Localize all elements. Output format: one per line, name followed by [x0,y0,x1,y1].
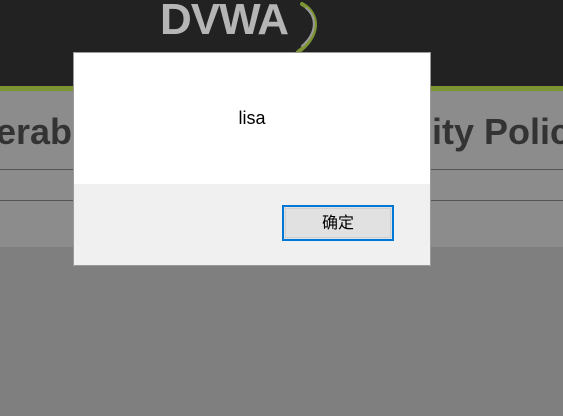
alert-dialog: lisa 确定 [73,52,431,266]
alert-message: lisa [238,108,266,128]
logo-swoosh-icon [296,2,317,54]
page-heading-fragment-left: erab [0,111,73,152]
browser-viewport: DVWA erab ity Polic lisa 确定 [0,0,563,416]
alert-dialog-footer: 确定 [74,184,430,265]
page-lower-area [0,247,563,416]
page-heading-fragment-right: ity Polic [432,111,563,152]
ok-button[interactable]: 确定 [282,205,394,241]
